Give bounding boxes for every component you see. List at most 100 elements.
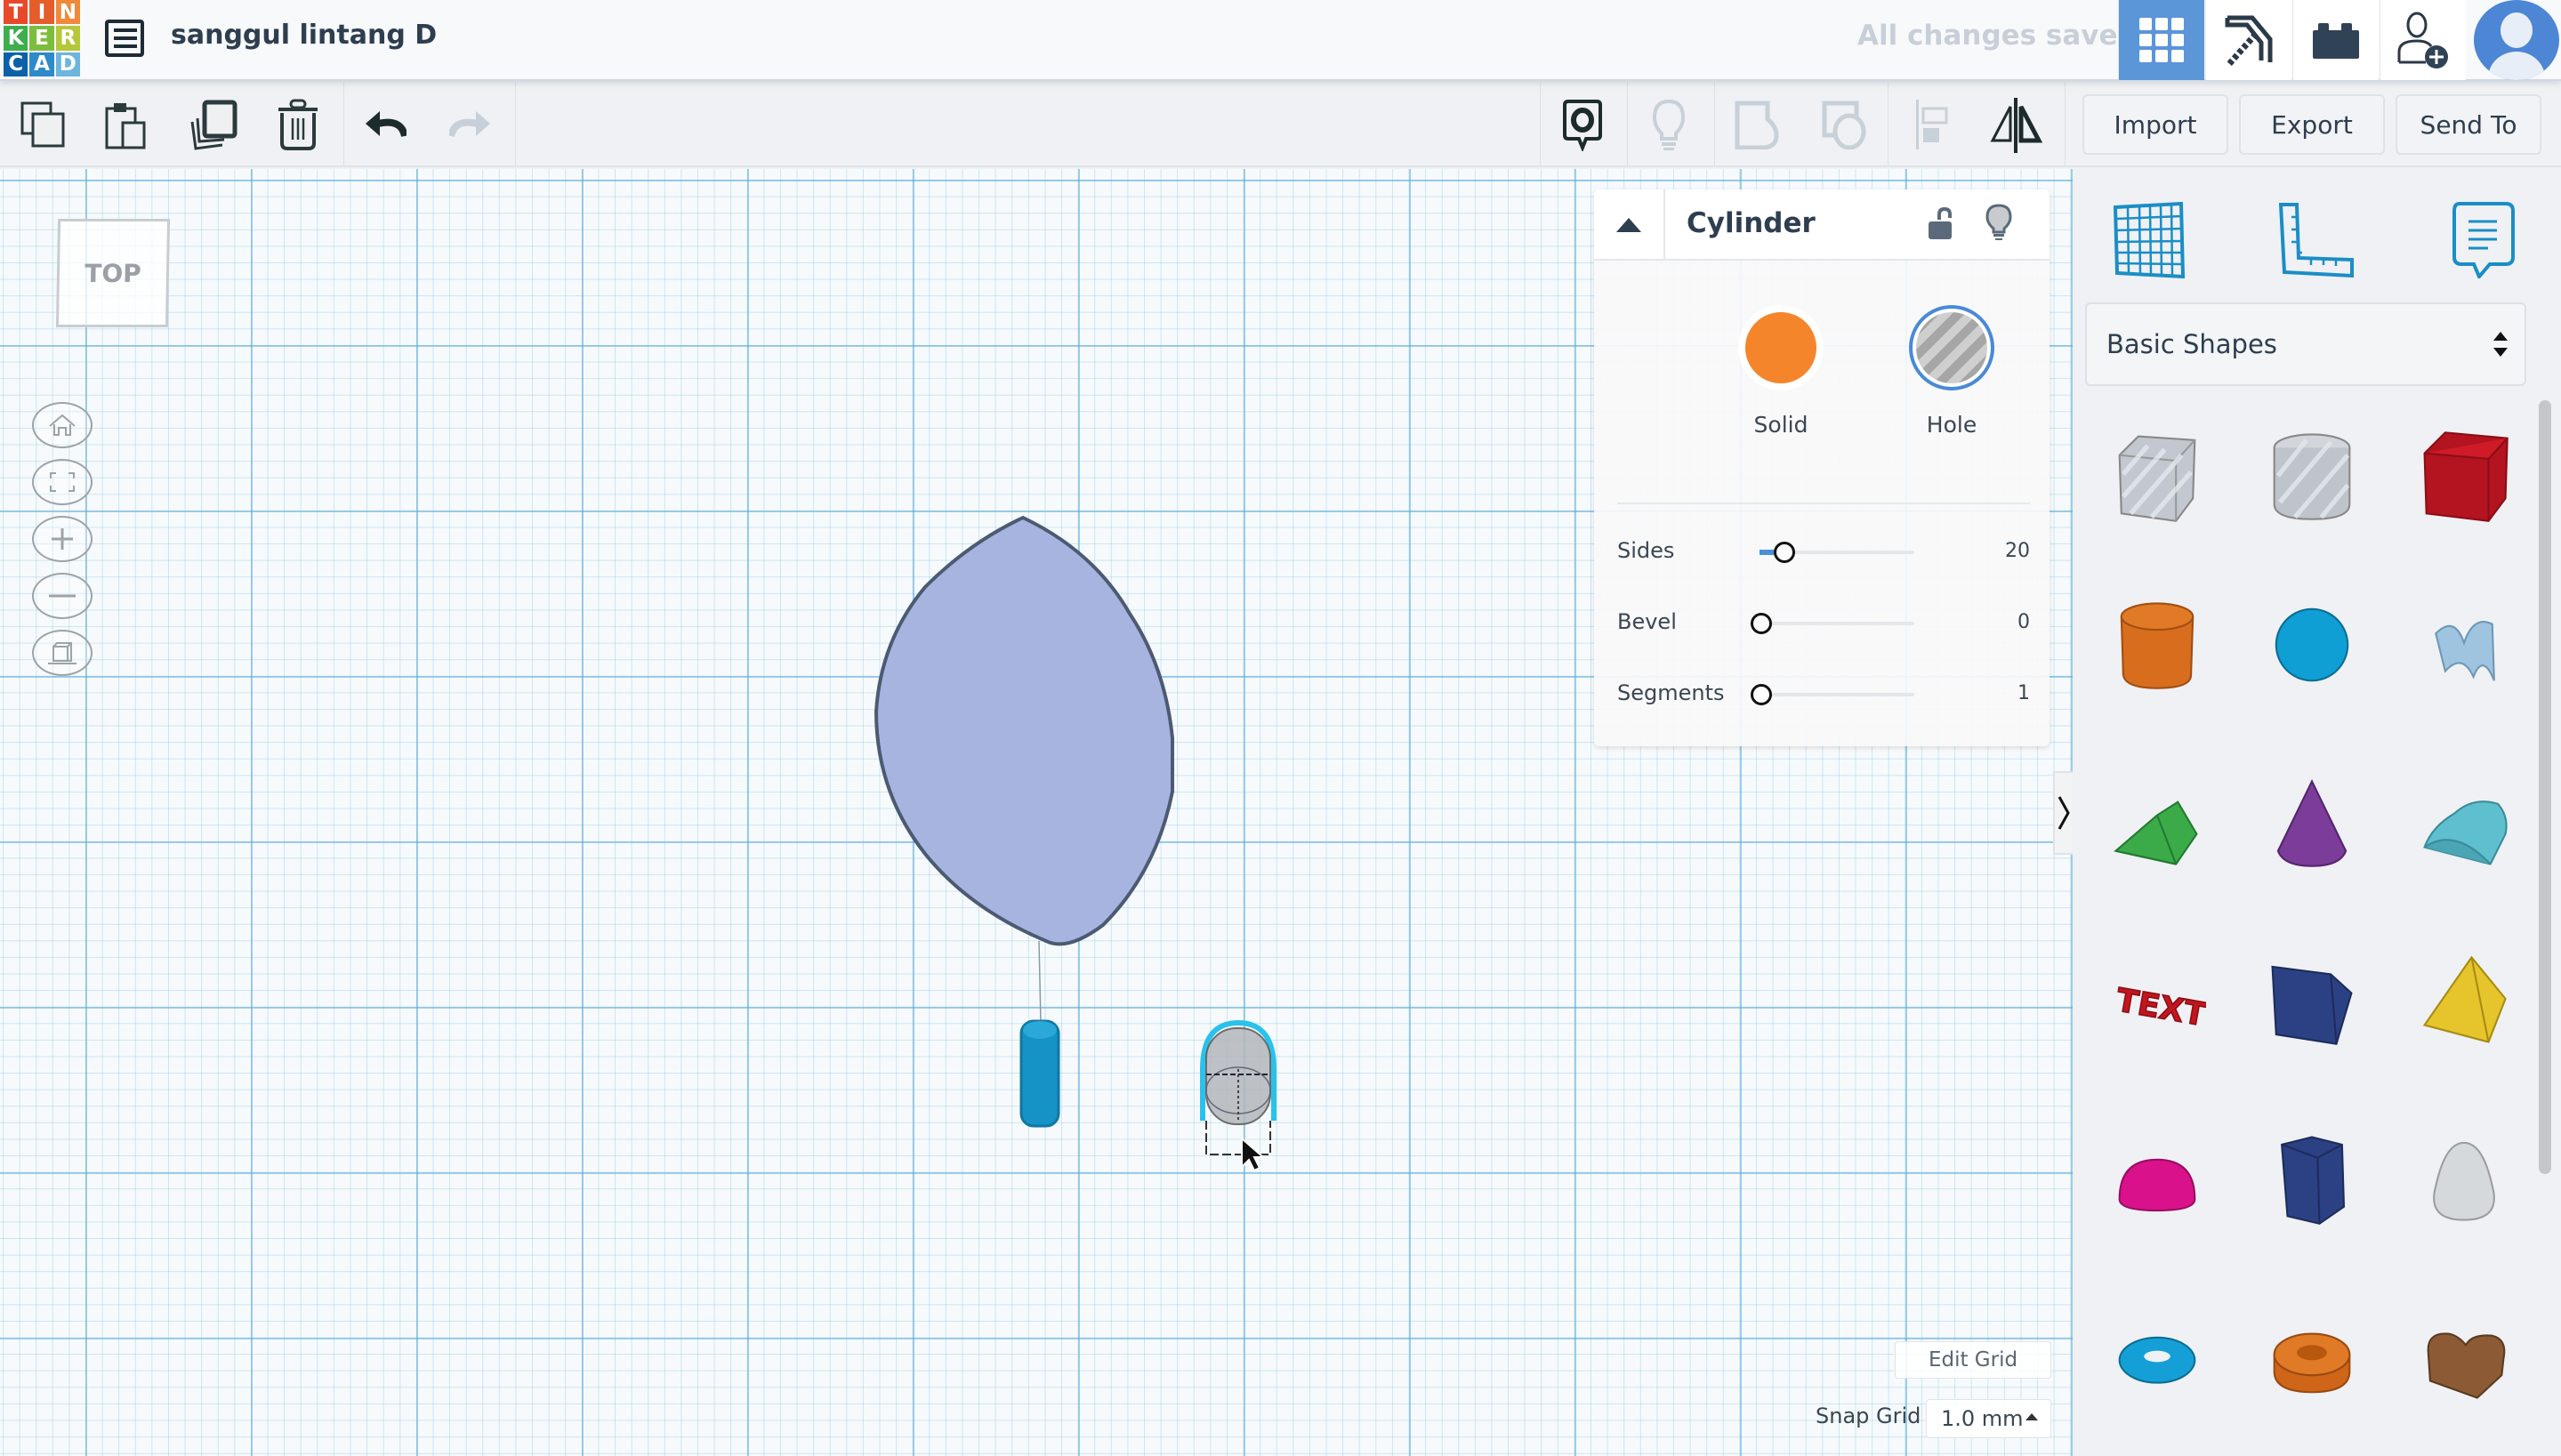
app-header: TIN KER CAD sanggul lintang D All changes … xyxy=(0,0,2561,81)
bevel-value[interactable]: 0 xyxy=(2017,611,2030,633)
caret-up-icon xyxy=(2025,1413,2038,1420)
blue-cylinder[interactable] xyxy=(1019,1019,1060,1128)
shape-thumbnail-icon xyxy=(2281,1136,2346,1225)
shape-pyramid[interactable] xyxy=(2397,934,2531,1067)
shape-torus[interactable] xyxy=(2090,1290,2224,1423)
project-title[interactable]: sanggul lintang D xyxy=(171,20,437,51)
chevron-right-icon xyxy=(2058,796,2070,830)
logo-letter: N xyxy=(55,0,80,25)
shape-thumbnail-icon xyxy=(2275,607,2349,682)
svg-text:TEXT: TEXT xyxy=(2114,982,2206,1034)
shape-text[interactable]: TEXT xyxy=(2090,934,2224,1067)
shapes-scrollbar[interactable] xyxy=(2539,400,2551,1174)
user-avatar[interactable] xyxy=(2474,0,2559,80)
undo-button[interactable] xyxy=(352,91,420,158)
save-status: All changes saved xyxy=(1857,20,2138,52)
mirror-button[interactable] xyxy=(1982,91,2050,158)
shape-wedge[interactable] xyxy=(2245,934,2379,1067)
shape-thumbnail-icon xyxy=(2118,1158,2196,1212)
segments-track[interactable] xyxy=(1760,693,1914,696)
lego-bricks-view-button[interactable] xyxy=(2292,0,2379,80)
sides-value[interactable]: 20 xyxy=(2005,540,2030,562)
shape-box-hole[interactable] xyxy=(2090,409,2224,543)
bevel-slider-knob[interactable] xyxy=(1751,613,1772,634)
shape-cylinder-hole[interactable] xyxy=(2245,409,2379,543)
shape-box[interactable] xyxy=(2397,409,2531,543)
caret-up-icon xyxy=(1616,218,1641,232)
collapse-inspector-button[interactable] xyxy=(1594,189,1665,261)
shape-tube[interactable] xyxy=(2245,1290,2379,1423)
add-user-icon xyxy=(2397,12,2448,68)
lightbulb-icon xyxy=(1985,204,2012,240)
hole-mode-button[interactable]: Hole xyxy=(1907,305,1996,438)
sides-property: Sides 20 xyxy=(1617,535,2030,570)
shape-cylinder[interactable] xyxy=(2090,578,2224,712)
minecraft-view-button[interactable] xyxy=(2205,0,2291,80)
shape-thumbnail-icon xyxy=(2114,800,2198,865)
paste-button[interactable] xyxy=(92,91,159,158)
solid-mode-button[interactable]: Solid xyxy=(1736,305,1825,438)
brick-icon xyxy=(2313,23,2359,59)
notes-tool-button[interactable] xyxy=(2439,196,2528,285)
shape-polygon[interactable] xyxy=(2245,1112,2379,1245)
leaf-shape[interactable] xyxy=(874,515,1174,946)
shape-thumbnail-icon xyxy=(2427,1332,2506,1399)
shape-scribble[interactable] xyxy=(2397,578,2531,712)
shape-half-sphere[interactable] xyxy=(2090,1112,2224,1245)
duplicate-button[interactable] xyxy=(180,91,247,158)
align-button[interactable] xyxy=(1898,91,1966,158)
notes-toggle-button[interactable] xyxy=(1549,91,1616,158)
send-to-button[interactable]: Send To xyxy=(2396,94,2541,155)
shape-thumbnail-icon xyxy=(2435,621,2495,681)
lightbulb-icon xyxy=(1652,99,1686,150)
category-value: Basic Shapes xyxy=(2106,329,2277,359)
segments-value[interactable]: 1 xyxy=(2017,682,2030,704)
edit-toolbar: Import Export Send To xyxy=(0,82,2561,167)
shape-thumbnail-icon xyxy=(2423,800,2508,865)
selected-hole-cylinder[interactable] xyxy=(1200,1019,1276,1172)
bevel-track[interactable] xyxy=(1760,622,1914,625)
workplane-tool-button[interactable] xyxy=(2105,196,2194,285)
invite-user-button[interactable] xyxy=(2380,0,2466,80)
delete-button[interactable] xyxy=(264,91,332,158)
edit-grid-button[interactable]: Edit Grid xyxy=(1895,1341,2051,1379)
copy-icon xyxy=(20,101,65,148)
shape-round-roof[interactable] xyxy=(2397,756,2531,889)
shape-thumbnail-icon xyxy=(2273,1332,2351,1394)
snap-grid-select[interactable]: 1.0 mm xyxy=(1926,1399,2051,1438)
export-button[interactable]: Export xyxy=(2239,94,2385,155)
shape-cone[interactable] xyxy=(2245,756,2379,889)
shape-roof[interactable] xyxy=(2090,756,2224,889)
sides-slider-knob[interactable] xyxy=(1774,542,1795,563)
tinkercad-logo[interactable]: TIN KER CAD xyxy=(4,0,80,76)
import-button[interactable]: Import xyxy=(2082,94,2228,155)
shape-heart[interactable] xyxy=(2397,1290,2531,1423)
shape-thumbnail-icon xyxy=(2423,431,2509,522)
ruler-tool-button[interactable] xyxy=(2272,196,2361,285)
segments-property: Segments 1 xyxy=(1617,677,2030,712)
shape-category-select[interactable]: Basic Shapes xyxy=(2085,302,2526,386)
group-icon xyxy=(1735,101,1779,149)
duplicate-icon xyxy=(190,100,238,150)
shape-thumbnail-icon xyxy=(2273,433,2351,520)
copy-button[interactable] xyxy=(9,91,77,158)
redo-button[interactable] xyxy=(436,91,503,158)
shape-inspector: Cylinder Solid Hole Sides 20 Bevel 0 Seg… xyxy=(1594,189,2050,746)
hole-swatch xyxy=(1909,305,1994,390)
lock-button[interactable] xyxy=(1927,205,1955,245)
show-all-button[interactable] xyxy=(1635,91,1703,158)
shape-thumbnail-icon xyxy=(2433,1141,2495,1221)
shape-sphere[interactable] xyxy=(2245,578,2379,712)
shape-thumbnail-icon xyxy=(2120,602,2195,689)
segments-slider-knob[interactable] xyxy=(1751,684,1772,705)
3d-design-view-button[interactable] xyxy=(2118,0,2204,80)
toggle-shapes-panel-button[interactable] xyxy=(2053,771,2073,855)
group-button[interactable] xyxy=(1723,91,1791,158)
shape-paraboloid[interactable] xyxy=(2397,1112,2531,1245)
align-icon xyxy=(1916,100,1948,149)
design-list-icon[interactable] xyxy=(105,20,144,57)
hide-shape-button[interactable] xyxy=(1985,204,2012,245)
snap-grid-value: 1.0 mm xyxy=(1941,1406,2024,1431)
ungroup-button[interactable] xyxy=(1810,91,1878,158)
shape-thumbnail-icon xyxy=(2276,779,2348,867)
